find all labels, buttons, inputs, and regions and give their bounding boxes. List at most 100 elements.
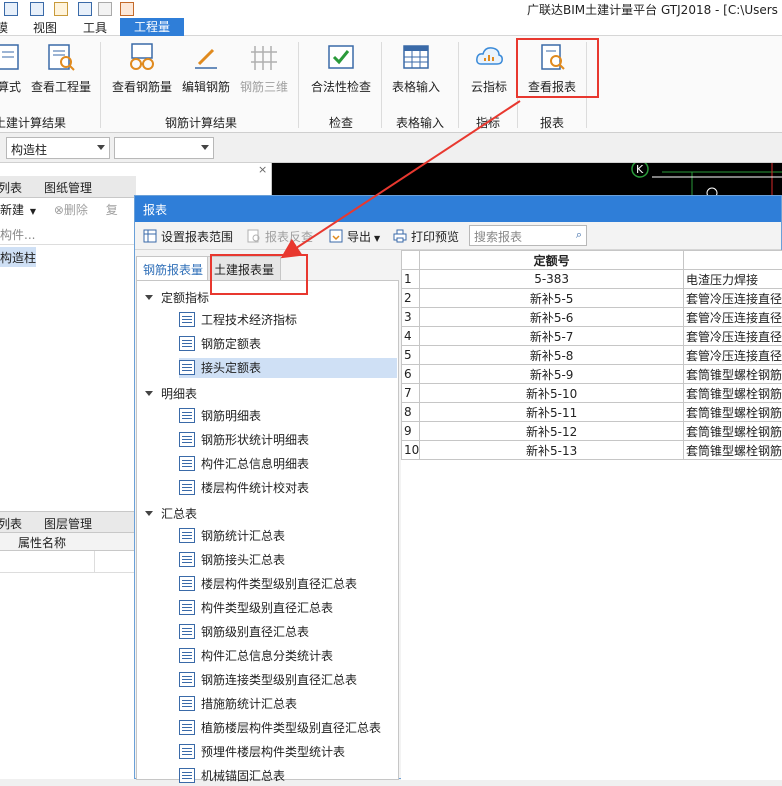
panel-tabs-bottom: 列表 图层管理 [0, 511, 136, 533]
menu-item-tools[interactable]: 工具 [83, 19, 107, 36]
legality-check-button[interactable]: 合法性检查 [310, 42, 372, 95]
quick-access-icon[interactable] [54, 2, 68, 16]
export-icon [329, 229, 343, 243]
table-row[interactable]: 10新补5-13套筒锥型螺栓钢筋 [402, 441, 782, 460]
table-row[interactable]: 7新补5-10套筒锥型螺栓钢筋 [402, 384, 782, 403]
tree-report-item[interactable]: 钢筋形状统计明细表 [179, 430, 317, 450]
print-icon [393, 229, 407, 243]
tab-property-list[interactable]: 列表 [0, 515, 22, 532]
tree-report-item[interactable]: 构件汇总信息明细表 [179, 454, 317, 474]
cloud-icon [474, 42, 504, 72]
collapse-triangle-icon[interactable] [145, 295, 153, 300]
table-row[interactable]: 9新补5-12套筒锥型螺栓钢筋 [402, 422, 782, 441]
cell-name: 套筒锥型螺栓钢筋 [683, 422, 782, 441]
tree-report-item[interactable]: 钢筋定额表 [179, 334, 269, 354]
set-report-range-button[interactable]: 设置报表范围 [143, 228, 233, 245]
view-rebar-quantity-button[interactable]: 查看钢筋量 [111, 42, 173, 95]
chevron-down-icon [97, 145, 105, 150]
cell-name: 套筒锥型螺栓钢筋 [683, 403, 782, 422]
view-quantity-icon [46, 42, 76, 72]
tree-report-item[interactable]: 构件汇总信息分类统计表 [179, 646, 341, 666]
report-document-icon [179, 552, 195, 567]
edit-rebar-button[interactable]: 编辑钢筋 [181, 42, 231, 95]
copy-button[interactable]: 复 [106, 203, 118, 217]
report-document-icon [179, 624, 195, 639]
formula-button[interactable]: 算式 [0, 42, 24, 95]
rebar-3d-icon [249, 42, 279, 72]
quick-access-icon[interactable] [78, 2, 92, 16]
check-icon [326, 42, 356, 72]
component-type-select[interactable]: 构造柱 [6, 137, 110, 159]
tree-category[interactable]: 明细表 [145, 385, 197, 402]
report-tree: 定额指标工程技术经济指标钢筋定额表接头定额表明细表钢筋明细表钢筋形状统计明细表构… [136, 280, 399, 780]
cloud-index-button[interactable]: 云指标 [469, 42, 509, 95]
tree-report-item[interactable]: 构件类型级别直径汇总表 [179, 598, 341, 618]
tree-report-item[interactable]: 楼层构件统计校对表 [179, 478, 317, 498]
quick-access-icon[interactable] [120, 2, 134, 16]
report-search-input[interactable]: 搜索报表 ⌕ [469, 225, 587, 246]
tree-report-item[interactable]: 钢筋级别直径汇总表 [179, 622, 317, 642]
tree-report-item[interactable]: 楼层构件类型级别直径汇总表 [179, 574, 365, 594]
tree-report-item[interactable]: 钢筋统计汇总表 [179, 526, 293, 546]
table-row[interactable]: 3新补5-6套管冷压连接直径 [402, 308, 782, 327]
collapse-triangle-icon[interactable] [145, 511, 153, 516]
pencil-icon [191, 42, 221, 72]
table-row[interactable]: 6新补5-9套筒锥型螺栓钢筋 [402, 365, 782, 384]
cell-name: 套管冷压连接直径 [683, 308, 782, 327]
report-document-icon [179, 336, 195, 351]
cell-code: 5-383 [420, 270, 684, 289]
tree-report-item[interactable]: 工程技术经济指标 [179, 310, 305, 330]
report-document-icon [179, 528, 195, 543]
tree-report-item[interactable]: 钢筋明细表 [179, 406, 269, 426]
menu-item-quantity[interactable]: 工程量 [120, 18, 184, 36]
group-table-input: 表格输入 [396, 114, 444, 131]
tree-report-item[interactable]: 钢筋连接类型级别直径汇总表 [179, 670, 365, 690]
tree-report-item[interactable]: 预埋件楼层构件类型统计表 [179, 742, 353, 762]
menu-item-model[interactable]: 模 [0, 19, 8, 36]
cell-code: 新补5-9 [420, 365, 684, 384]
report-document-icon [179, 600, 195, 615]
report-reverse-button[interactable]: 报表反查 [247, 228, 313, 245]
quick-access-icon[interactable] [30, 2, 44, 16]
selected-component-item[interactable]: 构造柱 [0, 247, 36, 267]
tab-layer-manage[interactable]: 图层管理 [44, 515, 92, 532]
quick-access-icon[interactable] [4, 2, 18, 16]
row-number-header [402, 251, 420, 270]
quick-access-icon[interactable] [98, 2, 112, 16]
axis-label: K [636, 163, 644, 176]
new-button[interactable]: 新建 [0, 203, 24, 217]
tree-report-item[interactable]: 钢筋接头汇总表 [179, 550, 293, 570]
report-document-icon [179, 480, 195, 495]
tab-drawing-manage[interactable]: 图纸管理 [44, 179, 92, 196]
component-name-select[interactable] [114, 137, 214, 159]
row-number: 2 [402, 289, 420, 308]
rebar-3d-button[interactable]: 钢筋三维 [239, 42, 289, 95]
tree-report-item[interactable]: 机械锚固汇总表 [179, 766, 293, 786]
menu-bar: 模 视图 工具 工程量 [0, 18, 782, 36]
group-check: 检查 [329, 114, 353, 131]
table-row[interactable]: 5新补5-8套管冷压连接直径 [402, 346, 782, 365]
delete-button[interactable]: ⊗删除 [54, 203, 88, 217]
tab-rebar-report[interactable]: 钢筋报表量 [136, 256, 210, 281]
print-preview-button[interactable]: 打印预览 [393, 228, 459, 245]
tree-report-item[interactable]: 接头定额表 [179, 358, 397, 378]
view-quantity-button[interactable]: 查看工程量 [30, 42, 92, 95]
tree-category[interactable]: 定额指标 [145, 289, 209, 306]
tree-report-item[interactable]: 措施筋统计汇总表 [179, 694, 305, 714]
report-document-icon [179, 696, 195, 711]
close-icon[interactable]: × [258, 163, 267, 176]
export-button[interactable]: 导出▼ [329, 228, 380, 245]
menu-item-view[interactable]: 视图 [33, 19, 57, 36]
table-row[interactable]: 8新补5-11套筒锥型螺栓钢筋 [402, 403, 782, 422]
search-icon[interactable]: ⌕ [576, 228, 582, 242]
table-row[interactable]: 15-383电渣压力焊接 [402, 270, 782, 289]
collapse-triangle-icon[interactable] [145, 391, 153, 396]
table-row[interactable]: 4新补5-7套管冷压连接直径 [402, 327, 782, 346]
table-input-button[interactable]: 表格输入 [391, 42, 441, 95]
panel-actions: 新建 ▼ ⊗删除 复 [0, 201, 118, 218]
tree-category[interactable]: 汇总表 [145, 505, 197, 522]
tree-report-item[interactable]: 植筋楼层构件类型级别直径汇总表 [179, 718, 389, 738]
cell-name: 电渣压力焊接 [683, 270, 782, 289]
tab-component-list[interactable]: 列表 [0, 179, 22, 196]
table-row[interactable]: 2新补5-5套管冷压连接直径 [402, 289, 782, 308]
